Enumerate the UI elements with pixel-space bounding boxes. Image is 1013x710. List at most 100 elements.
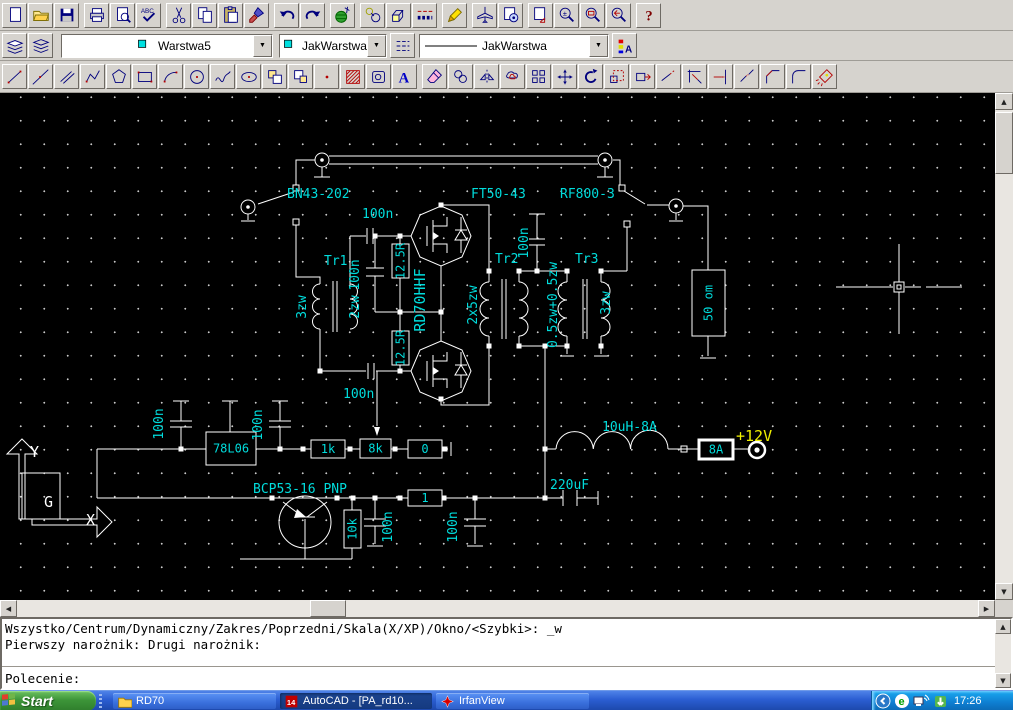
spell-check-button[interactable]: ABC <box>136 3 161 28</box>
distance-button[interactable] <box>412 3 437 28</box>
break-button[interactable] <box>734 64 759 89</box>
linetype-combo[interactable]: JakWarstwa ▼ <box>419 34 609 58</box>
object-snap-button[interactable] <box>360 3 385 28</box>
mirror-button[interactable] <box>474 64 499 89</box>
hatch-button[interactable] <box>340 64 365 89</box>
chamfer-button[interactable] <box>760 64 785 89</box>
scroll-up-button[interactable]: ▲ <box>995 619 1011 634</box>
padlock-icon[interactable] <box>119 38 135 54</box>
quick-launch-handle[interactable] <box>99 694 102 708</box>
command-scrollbar[interactable]: ▲ ▼ <box>995 619 1011 688</box>
print-icon <box>87 5 107 25</box>
layer-state-icons[interactable] <box>65 38 155 54</box>
scroll-left-button[interactable]: ◀ <box>0 600 17 617</box>
make-object-layer-button[interactable] <box>2 33 27 58</box>
paste-button[interactable] <box>218 3 243 28</box>
layers-button[interactable] <box>28 33 53 58</box>
sun-icon[interactable] <box>83 38 99 54</box>
command-splitter[interactable] <box>2 666 995 670</box>
offset-button[interactable] <box>500 64 525 89</box>
chevron-down-icon[interactable]: ▼ <box>589 35 608 57</box>
region-button[interactable] <box>366 64 391 89</box>
messenger-icon[interactable]: e <box>894 693 910 709</box>
redo-button[interactable] <box>300 3 325 28</box>
properties-button[interactable]: A <box>612 33 637 58</box>
print-preview-button[interactable] <box>110 3 135 28</box>
vertical-scroll-thumb[interactable] <box>995 112 1013 174</box>
redraw-button[interactable] <box>442 3 467 28</box>
taskbar-task-rd70[interactable]: RD70 <box>113 693 276 709</box>
explode-button[interactable] <box>812 64 837 89</box>
cut-button[interactable] <box>166 3 191 28</box>
point-button[interactable] <box>314 64 339 89</box>
zoom-window-button[interactable] <box>580 3 605 28</box>
linetype-button[interactable] <box>390 33 415 58</box>
make-block-button[interactable] <box>288 64 313 89</box>
match-properties-button[interactable] <box>244 3 269 28</box>
polyline-button[interactable] <box>80 64 105 89</box>
stretch-button[interactable] <box>630 64 655 89</box>
start-button[interactable]: Start <box>0 691 96 710</box>
component-label: 12.5R <box>394 329 408 366</box>
horizontal-scrollbar[interactable]: ◀ ▶ <box>0 600 995 617</box>
rectangle-button[interactable] <box>132 64 157 89</box>
pan-button[interactable] <box>528 3 553 28</box>
chevron-down-icon[interactable]: ▼ <box>253 35 272 57</box>
zoom-previous-button[interactable] <box>606 3 631 28</box>
save-button[interactable] <box>54 3 79 28</box>
named-views-button[interactable] <box>498 3 523 28</box>
multiline-button[interactable] <box>54 64 79 89</box>
spline-button[interactable] <box>210 64 235 89</box>
undo-button[interactable] <box>274 3 299 28</box>
erase-button[interactable] <box>422 64 447 89</box>
chevron-down-icon[interactable]: ▼ <box>367 35 386 57</box>
array-button[interactable] <box>526 64 551 89</box>
network-icon[interactable] <box>913 693 930 709</box>
scroll-up-button[interactable]: ▲ <box>995 93 1013 110</box>
arc-button[interactable] <box>158 64 183 89</box>
line-button[interactable] <box>2 64 27 89</box>
bulb-icon[interactable] <box>65 38 81 54</box>
construction-line-button[interactable] <box>28 64 53 89</box>
rotate-button[interactable] <box>578 64 603 89</box>
extend-button[interactable] <box>708 64 733 89</box>
trim-button[interactable] <box>682 64 707 89</box>
polygon-button[interactable] <box>106 64 131 89</box>
taskbar-task-autocad-pa-rd10-[interactable]: 14AutoCAD - [PA_rd10... <box>280 693 432 709</box>
zoom-realtime-button[interactable]: ± <box>554 3 579 28</box>
copy-object-button[interactable] <box>448 64 473 89</box>
task-label: AutoCAD - [PA_rd10... <box>303 695 413 707</box>
drawing-canvas[interactable]: YGX 12.5R12.5R78L061k8k0110k50 om8A BN43… <box>0 93 995 600</box>
move-button[interactable] <box>552 64 577 89</box>
scroll-right-button[interactable]: ▶ <box>978 600 995 617</box>
taskbar-task-irfanview[interactable]: IrfanView <box>436 693 589 709</box>
folder-icon <box>117 694 132 709</box>
scale-button[interactable] <box>604 64 629 89</box>
sun-frozen-icon[interactable] <box>101 38 117 54</box>
copy-button[interactable] <box>192 3 217 28</box>
open-button[interactable] <box>28 3 53 28</box>
print-button[interactable] <box>84 3 109 28</box>
scroll-down-button[interactable]: ▼ <box>995 673 1011 688</box>
insert-block-button[interactable] <box>262 64 287 89</box>
internet-button[interactable] <box>330 3 355 28</box>
command-prompt[interactable]: Polecenie: <box>5 671 80 686</box>
circle-button[interactable] <box>184 64 209 89</box>
collapse-chevron-icon[interactable] <box>875 693 891 709</box>
color-combo[interactable]: JakWarstwa ▼ <box>279 34 387 58</box>
text-button[interactable]: A <box>392 64 417 89</box>
updates-icon[interactable] <box>933 693 948 709</box>
aerial-view-button[interactable] <box>472 3 497 28</box>
fillet-button[interactable] <box>786 64 811 89</box>
vertical-scrollbar[interactable]: ▲ ▼ <box>995 93 1013 600</box>
new-button[interactable] <box>2 3 27 28</box>
horizontal-scroll-thumb[interactable] <box>310 600 346 617</box>
layer-color-swatch[interactable] <box>137 38 153 54</box>
scroll-down-button[interactable]: ▼ <box>995 583 1013 600</box>
ucs-button[interactable] <box>386 3 411 28</box>
layer-combo[interactable]: Warstwa5 ▼ <box>61 34 273 58</box>
lengthen-button[interactable] <box>656 64 681 89</box>
command-window[interactable]: Wszystko/Centrum/Dynamiczny/Zakres/Poprz… <box>0 617 1013 690</box>
help-button[interactable]: ? <box>636 3 661 28</box>
ellipse-button[interactable] <box>236 64 261 89</box>
